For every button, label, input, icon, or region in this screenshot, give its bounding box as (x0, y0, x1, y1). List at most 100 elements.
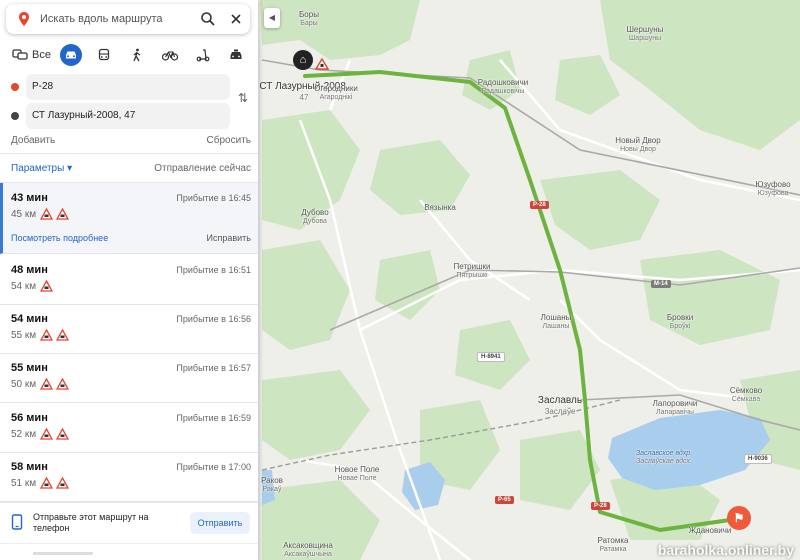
route-warnings (40, 477, 69, 489)
all-modes-icon (12, 49, 28, 60)
walk-icon (132, 48, 140, 62)
place-label: Заславль Заслаўе (537, 395, 583, 416)
search-input[interactable]: Искать вдоль маршрута (40, 13, 194, 25)
route-distance: 51 км (11, 478, 37, 489)
place-label: Новый Двор Новы Двор (615, 136, 661, 153)
place-label: Новое Поле Новае Поле (334, 465, 380, 482)
road-warning-icon (40, 329, 53, 341)
route-arrival: Прибытие в 16:51 (176, 265, 251, 275)
route-option-selected[interactable]: 43 мин Прибытие в 16:45 45 км Посмотреть… (0, 183, 258, 254)
road-warning-icon (56, 329, 69, 341)
scooter-icon (196, 49, 209, 62)
place-label: Сёмково Сёмкава (729, 386, 763, 403)
mode-car[interactable] (54, 42, 87, 68)
route-duration: 55 мин (11, 362, 48, 374)
mode-bus[interactable] (87, 42, 120, 68)
fix-route-button[interactable]: Исправить (207, 233, 251, 243)
swap-waypoints-icon[interactable]: ⇅ (238, 91, 248, 105)
route-arrival: Прибытие в 17:00 (176, 462, 251, 472)
start-dot (11, 83, 19, 91)
end-dot (11, 112, 19, 120)
route-warnings (40, 378, 69, 390)
reset-button[interactable]: Сбросить (207, 135, 251, 146)
panel-bottom-edge (0, 543, 258, 560)
place-label: Петришки Пятрышкі (453, 262, 491, 279)
road-badge: Н-8941 (477, 352, 505, 362)
mode-walk[interactable] (120, 42, 153, 68)
mode-all[interactable]: Все (8, 42, 54, 68)
road-badge: М-14 (651, 280, 671, 288)
divider (0, 153, 258, 154)
road-warning-icon (40, 378, 53, 390)
route-duration: 43 мин (11, 192, 48, 204)
flag-icon: ⚑ (727, 506, 751, 530)
mode-taxi[interactable] (219, 42, 252, 68)
route-option[interactable]: 48 мин Прибытие в 16:51 54 км (0, 255, 258, 305)
road-warning-icon (40, 208, 53, 220)
warning-icon (315, 58, 329, 70)
bus-icon (98, 48, 109, 61)
route-arrival: Прибытие в 16:56 (176, 314, 251, 324)
search-icon[interactable] (194, 5, 222, 33)
building-icon: ⌂ (293, 50, 313, 70)
parameters-dropdown[interactable]: Параметры ▾ (11, 163, 72, 174)
car-icon (59, 44, 82, 66)
route-distance: 45 км (11, 209, 37, 220)
place-label: Боры Бары (299, 10, 319, 27)
place-label: Огородники Агароднікі (314, 84, 358, 101)
place-label: Шершуны Шаршуны (626, 25, 664, 42)
search-bar[interactable]: Искать вдоль маршрута (6, 4, 250, 34)
road-warning-icon (40, 428, 53, 440)
departure-time-button[interactable]: Отправление сейчас (154, 163, 251, 174)
route-warnings (40, 428, 69, 440)
route-duration: 58 мин (11, 461, 48, 473)
send-to-phone: Отправьте этот маршрут на телефон Отправ… (0, 502, 258, 542)
route-distance: 55 км (11, 330, 37, 341)
location-pin-icon (19, 12, 29, 26)
place-label: Вязынка (424, 203, 456, 212)
taxi-icon (230, 49, 241, 59)
road-badge: Р-28 (591, 502, 610, 510)
send-button[interactable]: Отправить (190, 512, 250, 534)
mode-scooter[interactable] (186, 42, 219, 68)
place-label: Аксаковщина Аксакаўшчына (283, 541, 333, 558)
place-label: Радошковичи Радашковічы (477, 78, 529, 95)
route-option[interactable]: 58 мин Прибытие в 17:00 51 км (0, 452, 258, 502)
destination-pin[interactable]: ⌂ (293, 50, 313, 72)
next-item-peek (33, 552, 93, 555)
start-pin[interactable]: ⚑ (727, 506, 751, 534)
waypoint-from-input[interactable]: Р-28 (26, 74, 230, 100)
transport-modes: Все (8, 42, 252, 68)
mode-bike[interactable] (153, 42, 186, 68)
route-arrival: Прибытие в 16:45 (176, 193, 251, 203)
place-label: Ратомка Ратамка (597, 536, 629, 553)
route-option[interactable]: 55 мин Прибытие в 16:57 50 км (0, 353, 258, 403)
route-distance: 54 км (11, 281, 37, 292)
road-badge: Р-28 (530, 201, 549, 209)
road-warning-icon (56, 477, 69, 489)
route-distance: 50 км (11, 379, 37, 390)
view-details-link[interactable]: Посмотреть подробнее (11, 233, 108, 243)
route-distance: 52 км (11, 429, 37, 440)
mode-all-label: Все (32, 49, 51, 61)
road-warning-icon (56, 428, 69, 440)
place-label: Ждановичи (688, 526, 732, 535)
watermark: baraholka.onliner.by (657, 542, 794, 558)
panel-scrollbar[interactable] (258, 40, 260, 560)
route-parameters: Параметры ▾ Отправление сейчас (11, 163, 251, 174)
route-duration: 56 мин (11, 412, 48, 424)
place-label: Бровки Броўкі (666, 313, 694, 330)
road-warning-icon (56, 378, 69, 390)
place-label: Лапоровичи Лапаравічы (652, 399, 698, 416)
waypoint-to-input[interactable]: СТ Лазурный-2008, 47 (26, 103, 230, 129)
add-waypoint-button[interactable]: Добавить (11, 135, 55, 146)
route-option[interactable]: 54 мин Прибытие в 16:56 55 км (0, 304, 258, 354)
road-warning-icon (40, 280, 53, 292)
collapse-panel-button[interactable]: ◀ (264, 8, 280, 28)
route-option[interactable]: 56 мин Прибытие в 16:59 52 км (0, 403, 258, 453)
place-label: Юзуфово Юзуфова (755, 180, 791, 197)
waypoint-actions: Добавить Сбросить (11, 135, 251, 146)
close-icon[interactable] (222, 5, 250, 33)
bicycle-icon (161, 51, 178, 61)
place-label: Дубово Дубова (301, 208, 329, 225)
